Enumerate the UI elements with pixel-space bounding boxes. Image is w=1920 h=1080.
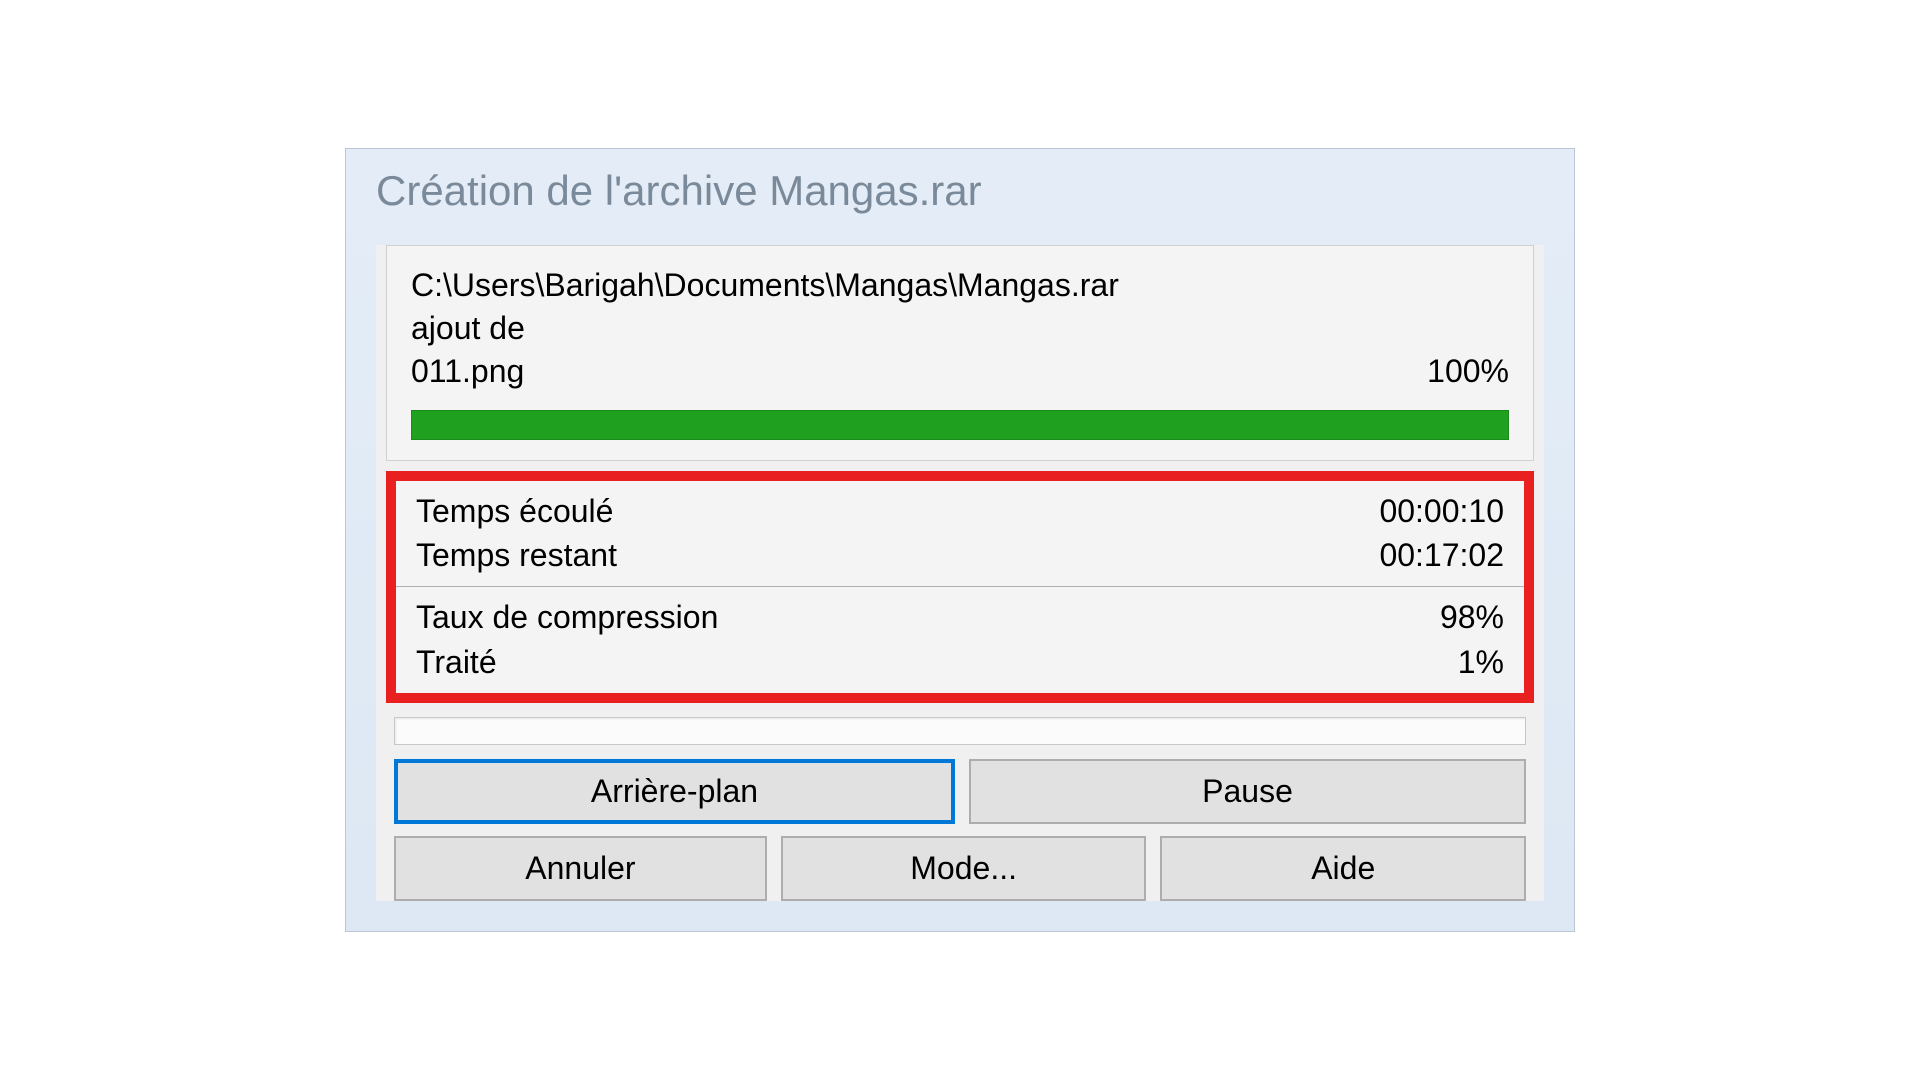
overall-progress-bar [394,717,1526,745]
background-button[interactable]: Arrière-plan [394,759,955,824]
remaining-time-row: Temps restant 00:17:02 [416,533,1504,578]
elapsed-value: 00:00:10 [1379,489,1504,534]
compression-ratio-row: Taux de compression 98% [416,595,1504,640]
dialog-title: Création de l'archive Mangas.rar [346,149,1574,235]
remaining-value: 00:17:02 [1379,533,1504,578]
file-progress-bar [411,410,1509,440]
action-label: ajout de [411,307,1509,350]
processed-row: Traité 1% [416,640,1504,685]
remaining-label: Temps restant [416,533,617,578]
archive-path: C:\Users\Barigah\Documents\Mangas\Mangas… [411,264,1509,307]
help-button[interactable]: Aide [1160,836,1526,901]
mode-button[interactable]: Mode... [781,836,1147,901]
processed-value: 1% [1458,640,1504,685]
compression-label: Taux de compression [416,595,718,640]
elapsed-label: Temps écoulé [416,489,613,534]
current-file-name: 011.png [411,353,524,390]
button-row-2: Annuler Mode... Aide [394,836,1526,901]
compression-stats-section: Taux de compression 98% Traité 1% [396,587,1524,693]
stats-panel: Temps écoulé 00:00:10 Temps restant 00:1… [386,471,1534,703]
current-file-panel: C:\Users\Barigah\Documents\Mangas\Mangas… [386,245,1534,460]
pause-button[interactable]: Pause [969,759,1526,824]
current-file-percent: 100% [1427,353,1509,390]
archive-progress-dialog: Création de l'archive Mangas.rar C:\User… [345,148,1575,932]
processed-label: Traité [416,640,497,685]
current-file-row: 011.png 100% [411,353,1509,390]
elapsed-time-row: Temps écoulé 00:00:10 [416,489,1504,534]
button-row-1: Arrière-plan Pause [394,759,1526,824]
content-area: C:\Users\Barigah\Documents\Mangas\Mangas… [376,245,1544,901]
compression-value: 98% [1440,595,1504,640]
time-stats-section: Temps écoulé 00:00:10 Temps restant 00:1… [396,481,1524,588]
cancel-button[interactable]: Annuler [394,836,767,901]
